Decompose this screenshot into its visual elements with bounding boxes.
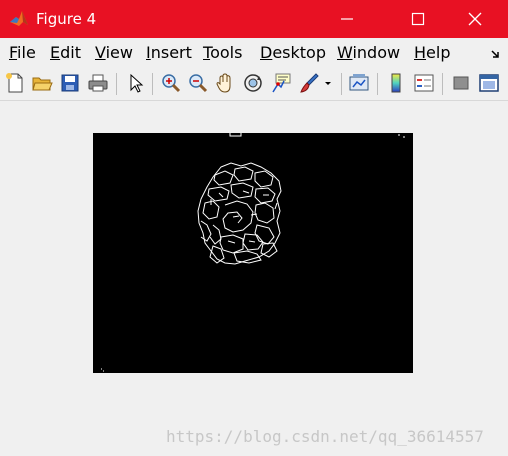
- select-arrow-icon: [130, 73, 144, 93]
- data-cursor-icon: [272, 73, 291, 93]
- toolbar-separator: [442, 73, 443, 95]
- menu-tools[interactable]: Tools: [203, 43, 242, 62]
- brush-dropdown-icon: [325, 82, 331, 85]
- toolbar-separator: [377, 73, 378, 95]
- brush-dropdown-button[interactable]: [322, 72, 334, 94]
- toolbar-separator: [116, 73, 117, 95]
- close-button[interactable]: [452, 0, 498, 38]
- menu-help[interactable]: Help: [414, 43, 450, 62]
- data-cursor-button[interactable]: [270, 72, 292, 94]
- zoom-out-icon: [189, 74, 208, 93]
- minimize-icon: [341, 18, 353, 20]
- window-title: Figure 4: [36, 10, 97, 28]
- colorbar-button[interactable]: [385, 72, 407, 94]
- open-file-icon: [32, 77, 53, 91]
- menu-window[interactable]: Window: [337, 43, 400, 62]
- legend-button[interactable]: [413, 72, 435, 94]
- maximize-icon: [411, 12, 425, 26]
- dock-arrow-icon[interactable]: [490, 45, 502, 64]
- legend-icon: [414, 74, 434, 92]
- toolbar-separator: [341, 73, 342, 95]
- save-icon: [61, 74, 79, 92]
- matlab-logo-icon: [9, 9, 29, 29]
- hide-plot-tools-button[interactable]: [450, 72, 472, 94]
- menu-edit[interactable]: Edit: [50, 43, 81, 62]
- menu-insert[interactable]: Insert: [146, 43, 192, 62]
- menu-bar: File Edit View Insert Tools Desktop Wind…: [0, 38, 508, 67]
- print-button[interactable]: [87, 72, 109, 94]
- edge-contours: [101, 133, 405, 372]
- zoom-in-button[interactable]: [160, 72, 182, 94]
- menu-file[interactable]: File: [9, 43, 36, 62]
- brush-button[interactable]: [298, 72, 320, 94]
- link-plot-icon: [349, 74, 369, 91]
- pan-button[interactable]: [214, 72, 236, 94]
- select-arrow-button[interactable]: [124, 72, 146, 94]
- new-figure-button[interactable]: [4, 72, 26, 94]
- show-plot-tools-button[interactable]: [478, 72, 500, 94]
- menu-view[interactable]: View: [95, 43, 133, 62]
- zoom-out-button[interactable]: [187, 72, 209, 94]
- print-icon: [88, 74, 108, 92]
- colorbar-icon: [391, 73, 401, 93]
- brush-icon: [300, 73, 319, 93]
- maximize-button[interactable]: [395, 0, 441, 38]
- rotate-3d-icon: [244, 74, 262, 92]
- hide-plot-tools-icon: [453, 76, 469, 90]
- figure-toolbar: [0, 67, 508, 101]
- pan-hand-icon: [216, 73, 231, 93]
- edge-image[interactable]: [93, 133, 413, 373]
- new-figure-icon: [6, 73, 23, 93]
- rotate-3d-button[interactable]: [242, 72, 264, 94]
- minimize-button[interactable]: [324, 0, 370, 38]
- close-icon: [468, 12, 482, 26]
- zoom-in-icon: [162, 74, 181, 93]
- save-button[interactable]: [59, 72, 81, 94]
- link-plot-button[interactable]: [348, 72, 370, 94]
- watermark: https://blog.csdn.net/qq_36614557: [166, 427, 484, 446]
- toolbar-separator: [152, 73, 153, 95]
- show-plot-tools-icon: [479, 74, 499, 92]
- open-file-button[interactable]: [31, 72, 53, 94]
- title-bar[interactable]: Figure 4: [0, 0, 508, 38]
- menu-desktop[interactable]: Desktop: [260, 43, 326, 62]
